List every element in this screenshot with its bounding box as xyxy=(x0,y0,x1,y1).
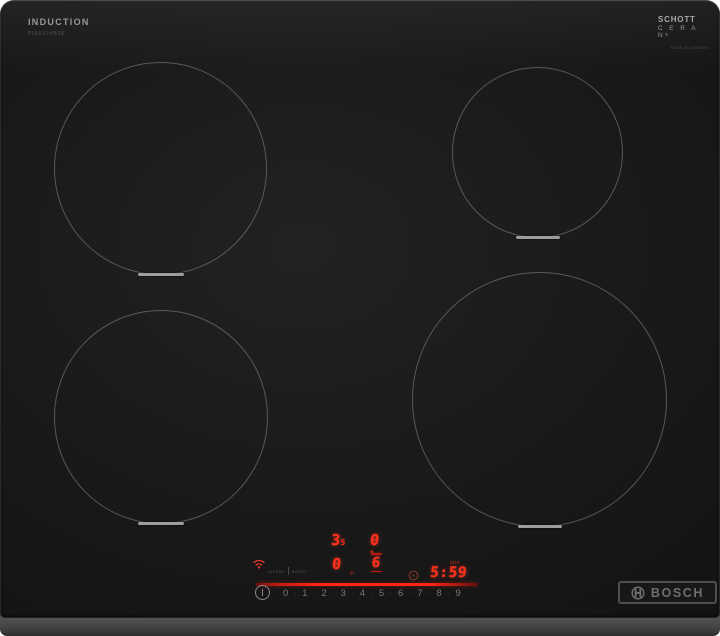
slider-key-2[interactable]: 2 xyxy=(321,588,326,599)
power-button[interactable] xyxy=(255,585,270,600)
slider-key-6[interactable]: 6 xyxy=(398,588,403,599)
power-display-rear-left[interactable]: 35 xyxy=(330,533,346,550)
cooking-zone-front-left xyxy=(54,310,268,524)
label-divider xyxy=(288,567,289,575)
cleaning-star-icon[interactable]: ✶ xyxy=(348,569,356,578)
slider-dot: · xyxy=(390,590,392,597)
wifi-icon xyxy=(252,558,266,569)
touch-control-panel: CH FRY BOOST 35 0 0 + 6 ✶ min 5:59 0 xyxy=(248,528,480,608)
cooking-zone-rear-right xyxy=(452,67,623,238)
power-display-front-right[interactable]: + 6 xyxy=(367,552,385,573)
zone-marker xyxy=(138,273,184,276)
slider-key-9[interactable]: 9 xyxy=(456,588,461,599)
zone-marker xyxy=(518,525,562,528)
induction-label: INDUCTION xyxy=(28,17,90,27)
zone-marker xyxy=(516,236,560,239)
schott-ceran-logo: SCHOTT C E R A N® MADE IN GERMANY xyxy=(658,15,710,50)
power-display-rear-right[interactable]: 0 xyxy=(369,533,379,548)
cooking-zone-front-right xyxy=(412,272,667,527)
zone-marker xyxy=(138,522,184,525)
slider-dot: · xyxy=(332,590,334,597)
slider-key-4[interactable]: 4 xyxy=(360,588,365,599)
timer-clock-icon[interactable] xyxy=(408,570,419,581)
model-number-text: PIE631HB1E xyxy=(28,31,65,37)
schott-line1: SCHOTT xyxy=(658,15,710,24)
schott-subtext: MADE IN GERMANY xyxy=(658,46,710,50)
timer-display[interactable]: min 5:59 xyxy=(421,560,467,581)
registered-mark: ® xyxy=(665,32,668,37)
slider-key-1[interactable]: 1 xyxy=(302,588,307,599)
power-icon xyxy=(262,589,264,596)
slider-dot: · xyxy=(428,590,430,597)
slider-dot: · xyxy=(447,590,449,597)
timer-value: 5:59 xyxy=(420,566,467,581)
printed-function-labels: CH FRY BOOST xyxy=(268,567,307,575)
slider-dot: · xyxy=(294,590,296,597)
bosch-anchor-icon xyxy=(631,586,645,600)
induction-hob: INDUCTION PIE631HB1E SCHOTT C E R A N® M… xyxy=(0,0,720,636)
printed-right-label: BOOST xyxy=(292,569,308,574)
slider-dot: · xyxy=(313,590,315,597)
slider-key-0[interactable]: 0 xyxy=(283,588,288,599)
slider-key-8[interactable]: 8 xyxy=(436,588,441,599)
printed-left-label: CH FRY xyxy=(268,569,285,574)
bosch-logo-badge: BOSCH xyxy=(618,581,717,604)
slider-key-3[interactable]: 3 xyxy=(341,588,346,599)
slider-dot: · xyxy=(352,590,354,597)
bosch-wordmark: BOSCH xyxy=(651,586,704,600)
slider-dot: · xyxy=(409,590,411,597)
cooking-zone-rear-left xyxy=(54,62,267,275)
schott-line2: C E R A N® xyxy=(658,25,710,39)
slider-dot: · xyxy=(371,590,373,597)
slider-key-7[interactable]: 7 xyxy=(417,588,422,599)
power-display-front-left[interactable]: 0 xyxy=(331,557,341,572)
power-level-slider[interactable]: 0 · 1 · 2 · 3 · 4 · 5 · 6 · 7 · 8 · 9 xyxy=(283,586,461,600)
slider-key-5[interactable]: 5 xyxy=(379,588,384,599)
